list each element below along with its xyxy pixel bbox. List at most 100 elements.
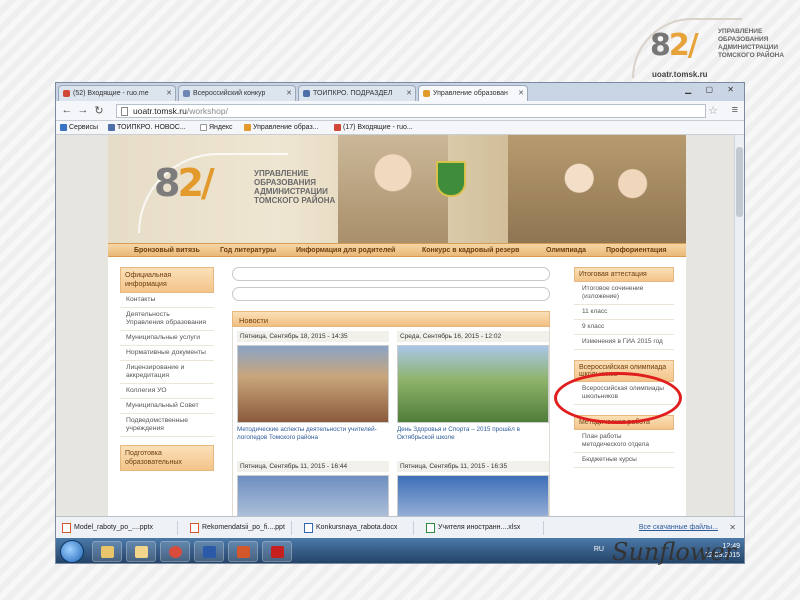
close-tab-icon[interactable]: ✕: [166, 89, 172, 97]
sidebar-item-courses[interactable]: Бюджетные курсы: [574, 453, 674, 468]
sidebar-item-licensing[interactable]: Лицензирование и аккредитация: [120, 361, 214, 384]
browser-tab-toipkro[interactable]: ТОИПКРО. ПОДРАЗДЕЛ ✕: [298, 85, 416, 101]
start-button[interactable]: [60, 540, 84, 563]
news-item[interactable]: Пятница, Сентябрь 18, 2015 - 14:35 Метод…: [237, 331, 389, 442]
bookmark-uo[interactable]: Управление образ...: [244, 124, 319, 131]
xlsx-file-icon: [426, 523, 435, 533]
news-date: Пятница, Сентябрь 18, 2015 - 14:35: [237, 331, 389, 342]
gmail-icon: [334, 124, 341, 131]
news-item[interactable]: Среда, Сентябрь 16, 2015 - 12:02 День Зд…: [397, 331, 549, 442]
news-photo[interactable]: [397, 345, 549, 423]
nav-olympiad[interactable]: Олимпиада: [546, 247, 586, 254]
nav-reserve-contest[interactable]: Конкурс в кадровый резерв: [422, 247, 519, 254]
word-icon: [203, 546, 216, 558]
close-tab-icon[interactable]: ✕: [286, 89, 292, 97]
sunflower-watermark: Sunflower: [612, 538, 737, 566]
training-heading[interactable]: Подготовка образовательных: [120, 445, 214, 471]
browser-tab-inbox[interactable]: (52) Входящие - ruo.me ✕: [58, 85, 176, 101]
bookmark-star-icon[interactable]: ☆: [708, 104, 718, 117]
bookmark-services[interactable]: Сервисы: [60, 124, 98, 131]
right-sidebar: Итоговая аттестация Итоговое сочинение (…: [574, 267, 674, 468]
taskbar-powerpoint[interactable]: [228, 541, 258, 562]
taskbar-word[interactable]: [194, 541, 224, 562]
official-info-heading[interactable]: Официальная информация: [120, 267, 214, 293]
back-icon[interactable]: ←: [60, 104, 74, 116]
nav-bronze-knight[interactable]: Бронзовый витязь: [134, 247, 200, 254]
close-icon[interactable]: ✕: [729, 523, 736, 532]
sidebar-item-contacts[interactable]: Контакты: [120, 293, 214, 308]
scrollbar[interactable]: [734, 135, 744, 516]
banner-photo-girl: [338, 135, 448, 243]
language-indicator[interactable]: RU: [594, 546, 604, 553]
site-banner: 82/ УПРАВЛЕНИЕ ОБРАЗОВАНИЯ АДМИНИСТРАЦИИ ТО…: [108, 135, 686, 243]
logo-mark: 82/: [650, 28, 699, 63]
sidebar-item-council[interactable]: Муниципальный Совет: [120, 399, 214, 414]
banner-logo-text: УПРАВЛЕНИЕ ОБРАЗОВАНИЯ АДМИНИСТРАЦИИ ТОМСКО…: [254, 169, 336, 205]
nav-literature-year[interactable]: Год литературы: [220, 247, 276, 254]
news-caption[interactable]: Методические аспекты деятельности учител…: [237, 426, 389, 442]
download-item[interactable]: Rekomendatsii_po_fi....ppt: [188, 521, 292, 535]
sidebar-item-activity[interactable]: Деятельность Управления образования: [120, 308, 214, 331]
pdf-icon: [271, 546, 284, 558]
red-circle-highlight: [554, 372, 682, 424]
bookmark-inbox[interactable]: (17) Входящие - ruo...: [334, 124, 413, 131]
nav-career[interactable]: Профориентация: [606, 247, 667, 254]
bookmark-yandex[interactable]: Яндекс: [200, 124, 233, 131]
sidebar-item-plan[interactable]: План работы методического отдела: [574, 430, 674, 453]
all-downloads-link[interactable]: Все скачанные файлы...: [639, 524, 718, 531]
logo-url: uoatr.tomsk.ru: [652, 70, 708, 79]
final-exam-heading[interactable]: Итоговая аттестация: [574, 267, 674, 282]
search-input-secondary[interactable]: [232, 287, 550, 301]
taskbar-files[interactable]: [126, 541, 156, 562]
taskbar-chrome[interactable]: [160, 541, 190, 562]
files-icon: [135, 546, 148, 558]
search-input[interactable]: [232, 267, 550, 281]
close-tab-icon[interactable]: ✕: [518, 89, 524, 97]
sidebar-item-services[interactable]: Муниципальные услуги: [120, 331, 214, 346]
page-icon: [183, 90, 190, 97]
pptx-file-icon: [62, 523, 71, 533]
taskbar-explorer[interactable]: [92, 541, 122, 562]
sidebar-item-gia-changes[interactable]: Изменения в ГИА 2015 год: [574, 335, 674, 350]
site-nav: Бронзовый витязь Год литературы Информац…: [108, 243, 686, 257]
news-heading: Новости: [232, 311, 550, 327]
browser-tab-contest[interactable]: Всероссийский конкур ✕: [178, 85, 296, 101]
bookmark-toipkro[interactable]: ТОИПКРО. НОВОС...: [108, 124, 186, 131]
sidebar-item-essay[interactable]: Итоговое сочинение (изложение): [574, 282, 674, 305]
banner-logo[interactable]: 82/: [154, 161, 215, 205]
news-item[interactable]: Пятница, Сентябрь 11, 2015 - 16:35: [397, 461, 549, 516]
news-item[interactable]: Пятница, Сентябрь 11, 2015 - 16:44: [237, 461, 389, 516]
reload-icon[interactable]: ↻: [92, 104, 106, 117]
news-date: Среда, Сентябрь 16, 2015 - 12:02: [397, 331, 549, 342]
close-tab-icon[interactable]: ✕: [406, 89, 412, 97]
window-controls[interactable]: ▁ ▢ ✕: [685, 85, 740, 94]
menu-icon[interactable]: ≡: [732, 104, 738, 116]
forward-icon[interactable]: →: [76, 104, 90, 116]
page-icon: [200, 124, 207, 131]
page-icon: [108, 124, 115, 131]
scrollbar-thumb[interactable]: [736, 147, 743, 217]
sidebar-item-documents[interactable]: Нормативные документы: [120, 346, 214, 361]
news-caption[interactable]: День Здоровья и Спорта – 2015 прошёл в О…: [397, 426, 549, 442]
left-sidebar: Официальная информация Контакты Деятельн…: [120, 267, 214, 471]
sidebar-item-grade-9[interactable]: 9 класс: [574, 320, 674, 335]
taskbar-pdf[interactable]: [262, 541, 292, 562]
news-photo[interactable]: [237, 345, 389, 423]
download-item[interactable]: Учителя иностранн....xlsx: [424, 521, 544, 535]
download-item[interactable]: Model_raboty_po_....pptx: [60, 521, 178, 535]
news-date: Пятница, Сентябрь 11, 2015 - 16:44: [237, 461, 389, 472]
logo-text: УПРАВЛЕНИЕ ОБРАЗОВАНИЯ АДМИНИСТРАЦИИ ТОМСКО…: [718, 28, 785, 59]
docx-file-icon: [304, 523, 313, 533]
download-item[interactable]: Konkursnaya_rabota.docx: [302, 521, 414, 535]
coat-of-arms: [436, 161, 466, 197]
nav-parents-info[interactable]: Информация для родителей: [296, 247, 395, 254]
sidebar-item-institutions[interactable]: Подведомственные учреждения: [120, 414, 214, 437]
news-photo[interactable]: [397, 475, 549, 516]
sidebar-item-board[interactable]: Коллегия УО: [120, 384, 214, 399]
url-input[interactable]: uoatr.tomsk.ru/workshop/: [116, 104, 706, 118]
news-photo[interactable]: [237, 475, 389, 516]
main-column: Новости Пятница, Сентябрь 18, 2015 - 14:…: [232, 267, 550, 516]
sidebar-item-grade-11[interactable]: 11 класс: [574, 305, 674, 320]
browser-tab-active[interactable]: Управление образован ✕: [418, 85, 528, 101]
department-logo: 82/ УПРАВЛЕНИЕ ОБРАЗОВАНИЯ АДМИНИСТРАЦИИ ТО…: [612, 14, 794, 84]
